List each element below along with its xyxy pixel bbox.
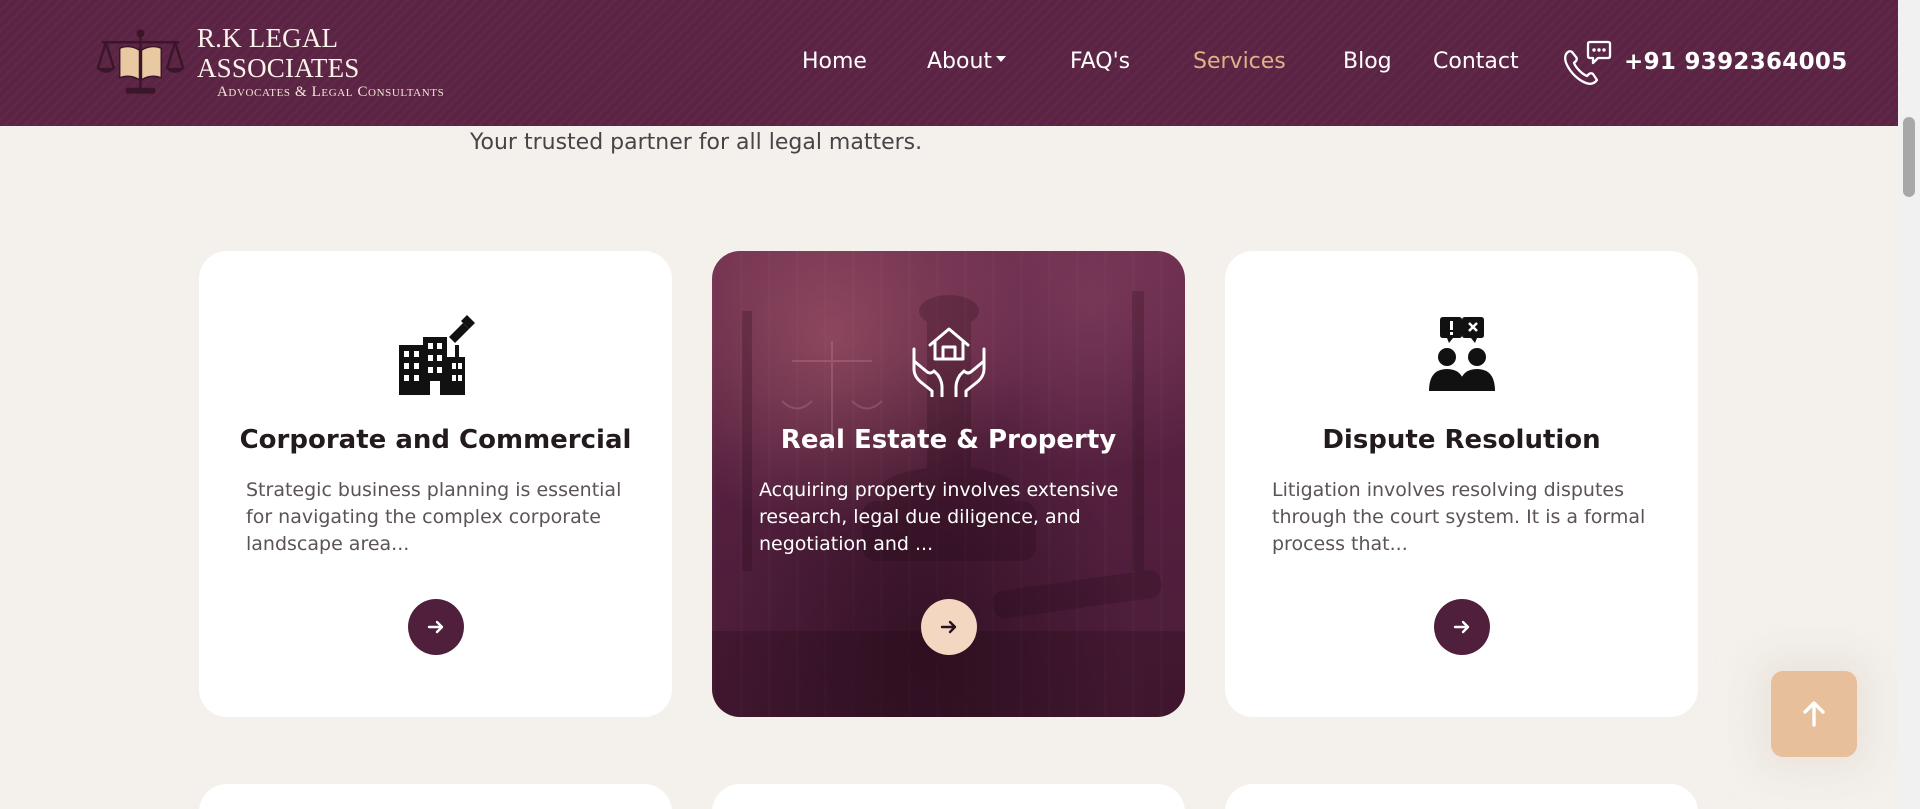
arrow-right-icon bbox=[940, 620, 957, 634]
arrow-right-icon bbox=[427, 620, 444, 634]
logo-subtitle: Advocates & Legal Consultants bbox=[216, 84, 445, 100]
card-description: Acquiring property involves extensive re… bbox=[759, 479, 1119, 555]
service-card-partial bbox=[712, 784, 1185, 809]
corporate-building-icon bbox=[399, 315, 475, 395]
card-description: Strategic business planning is essential… bbox=[246, 479, 622, 555]
phone-chat-icon bbox=[1564, 40, 1612, 85]
section-tagline: Your trusted partner for all legal matte… bbox=[470, 130, 923, 155]
service-card-real-estate: Real Estate & Property Acquiring propert… bbox=[712, 251, 1185, 717]
card-description: Litigation involves resolving disputes t… bbox=[1272, 479, 1646, 555]
nav-about-label: About bbox=[927, 49, 993, 74]
page-scrollbar[interactable] bbox=[1898, 0, 1920, 809]
card-read-more-button[interactable] bbox=[1434, 599, 1490, 655]
card-read-more-button[interactable] bbox=[408, 599, 464, 655]
card-title[interactable]: Corporate and Commercial bbox=[199, 425, 672, 455]
nav-faqs[interactable]: FAQ's bbox=[1070, 46, 1130, 78]
site-header: R.K LEGAL ASSOCIATES Advocates & Legal C… bbox=[0, 0, 1898, 126]
house-in-hands-icon bbox=[912, 327, 986, 397]
service-card-partial bbox=[1225, 784, 1698, 809]
dispute-people-icon bbox=[1429, 317, 1495, 391]
nav-contact[interactable]: Contact bbox=[1433, 46, 1519, 78]
scrollbar-thumb[interactable] bbox=[1903, 117, 1915, 197]
chevron-down-icon bbox=[996, 56, 1007, 62]
card-title[interactable]: Real Estate & Property bbox=[712, 425, 1185, 455]
service-card-partial bbox=[199, 784, 672, 809]
card-title[interactable]: Dispute Resolution bbox=[1225, 425, 1698, 455]
nav-about[interactable]: About bbox=[927, 46, 1007, 78]
nav-home[interactable]: Home bbox=[802, 46, 867, 78]
phone-number: +91 9392364005 bbox=[1624, 49, 1848, 75]
service-card-corporate: Corporate and Commercial Strategic busin… bbox=[199, 251, 672, 717]
service-card-dispute: Dispute Resolution Litigation involves r… bbox=[1225, 251, 1698, 717]
phone-contact[interactable]: +91 9392364005 bbox=[1560, 36, 1848, 88]
nav-services[interactable]: Services bbox=[1193, 46, 1286, 78]
arrow-up-icon bbox=[1803, 701, 1825, 727]
nav-blog[interactable]: Blog bbox=[1343, 46, 1392, 78]
card-read-more-button[interactable] bbox=[921, 599, 977, 655]
arrow-right-icon bbox=[1453, 620, 1470, 634]
back-to-top-button[interactable] bbox=[1771, 671, 1857, 757]
